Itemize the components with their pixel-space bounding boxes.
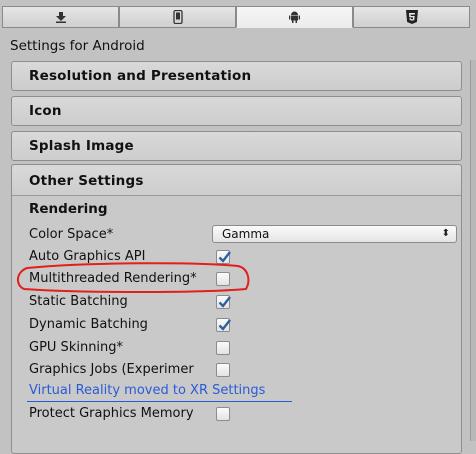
section-title: Resolution and Presentation: [29, 68, 252, 84]
platform-settings-title: Settings for Android: [10, 38, 145, 54]
tab-standalone[interactable]: [2, 6, 119, 28]
section-icon[interactable]: Icon: [11, 96, 462, 126]
setting-label: Dynamic Batching: [29, 317, 148, 332]
setting-label: Graphics Jobs (Experimer: [29, 362, 194, 377]
platform-tab-bar: [0, 0, 476, 32]
section-title: Icon: [29, 103, 62, 119]
section-title: Other Settings: [29, 173, 144, 189]
rendering-heading: Rendering: [29, 201, 108, 217]
setting-row-graphics-jobs: Graphics Jobs (Experimer: [29, 361, 459, 381]
checkmark-icon: [218, 319, 231, 331]
setting-label: Protect Graphics Memory: [29, 406, 194, 421]
multithreaded-rendering-checkbox[interactable]: [216, 272, 230, 286]
color-space-value: Gamma: [222, 227, 270, 241]
html5-icon: [405, 10, 418, 24]
vr-settings-link[interactable]: Virtual Reality moved to XR Settings: [29, 383, 265, 398]
mobile-device-icon: [172, 10, 183, 24]
setting-label: GPU Skinning*: [29, 340, 124, 355]
checkmark-icon: [218, 296, 231, 308]
dropdown-arrows-icon: ⬍: [441, 228, 450, 239]
setting-row-gpu-skinning: GPU Skinning*: [29, 339, 459, 359]
gpu-skinning-checkbox[interactable]: [216, 341, 230, 355]
setting-row-dynamic-batching: Dynamic Batching: [29, 316, 459, 336]
android-icon: [289, 11, 300, 23]
setting-row-multithreaded-rendering: Multithreaded Rendering*: [29, 270, 459, 290]
section-other-settings-header[interactable]: Other Settings: [12, 165, 461, 196]
graphics-jobs-checkbox[interactable]: [216, 363, 230, 377]
section-resolution-and-presentation[interactable]: Resolution and Presentation: [11, 61, 462, 91]
color-space-label: Color Space*: [29, 227, 114, 242]
scrollbar-edge[interactable]: [470, 60, 476, 441]
setting-row-protect-graphics-memory: Protect Graphics Memory: [29, 405, 459, 425]
download-icon: [55, 11, 67, 23]
tab-android[interactable]: [236, 6, 353, 28]
static-batching-checkbox[interactable]: [216, 295, 231, 309]
auto-graphics-api-checkbox[interactable]: [216, 250, 231, 264]
tab-ios[interactable]: [119, 6, 236, 28]
setting-row-auto-graphics-api: Auto Graphics API: [29, 248, 459, 268]
checkmark-icon: [218, 251, 231, 263]
setting-label: Static Batching: [29, 294, 128, 309]
setting-row-static-batching: Static Batching: [29, 293, 459, 313]
setting-label: Multithreaded Rendering*: [29, 271, 197, 286]
protect-graphics-memory-checkbox[interactable]: [216, 407, 230, 421]
dynamic-batching-checkbox[interactable]: [216, 318, 231, 332]
tab-webgl[interactable]: [353, 6, 470, 28]
color-space-dropdown[interactable]: Gamma ⬍: [212, 225, 457, 243]
link-divider: [27, 401, 292, 402]
section-splash-image[interactable]: Splash Image: [11, 131, 462, 161]
setting-label: Auto Graphics API: [29, 249, 146, 264]
section-title: Splash Image: [29, 138, 134, 154]
